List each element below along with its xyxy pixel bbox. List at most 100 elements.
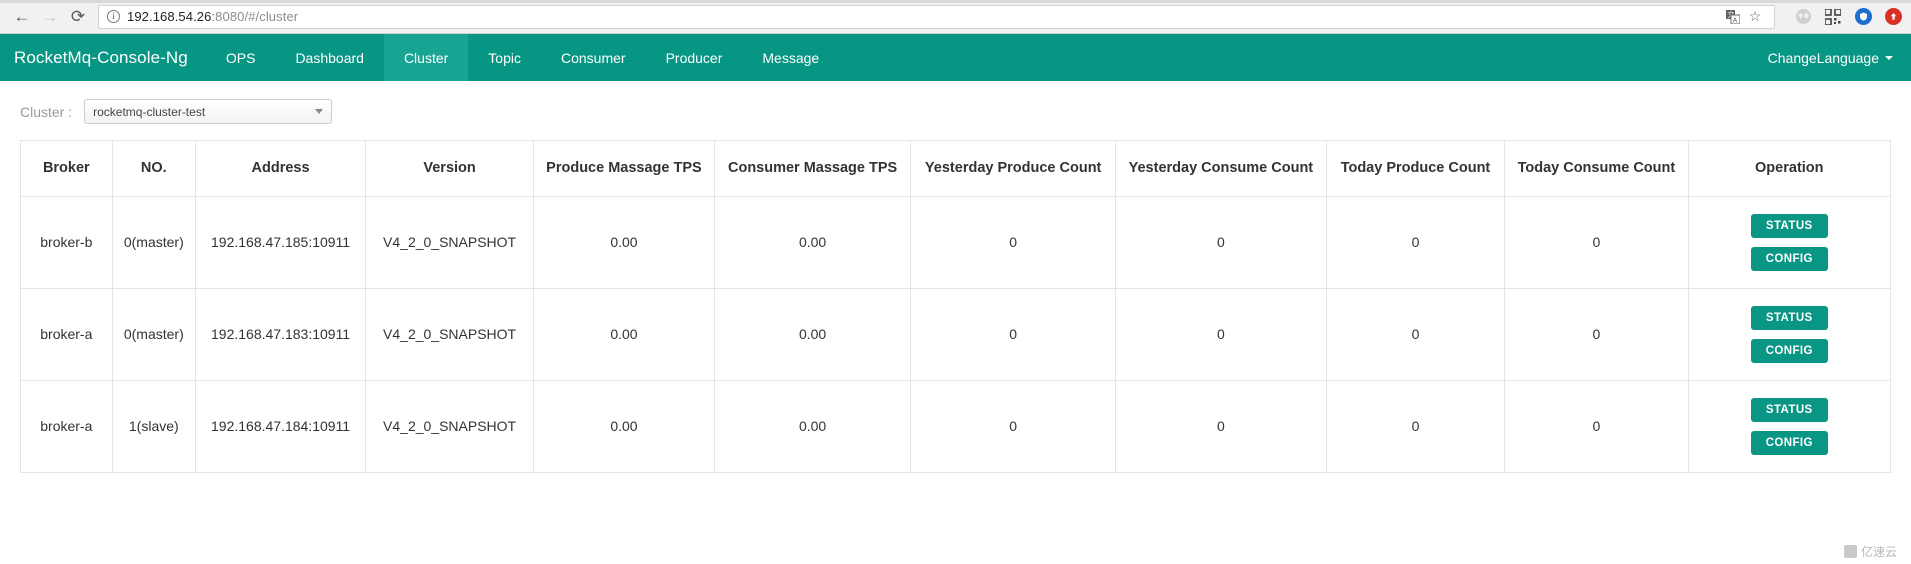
column-header-yesterday-consume: Yesterday Consume Count — [1115, 140, 1327, 197]
cell-no: 0(master) — [111, 196, 196, 289]
table-body: broker-b 0(master) 192.168.47.185:10911 … — [20, 196, 1892, 473]
cell-yesterday-produce: 0 — [910, 380, 1117, 473]
column-header-operation: Operation — [1687, 140, 1892, 197]
nav-item-cluster[interactable]: Cluster — [383, 34, 469, 81]
cell-operation: STATUS CONFIG — [1687, 196, 1892, 289]
cell-version: V4_2_0_SNAPSHOT — [365, 380, 534, 473]
nav-item-ops[interactable]: OPS — [206, 34, 276, 81]
cell-consume-tps: 0.00 — [713, 288, 912, 381]
cluster-label: Cluster : — [20, 103, 73, 120]
change-language-dropdown[interactable]: ChangeLanguage — [1768, 50, 1893, 66]
cell-yesterday-consume: 0 — [1115, 196, 1327, 289]
tab-strip-edge — [0, 0, 1911, 3]
translate-icon[interactable]: 文 A — [1722, 6, 1744, 28]
config-button[interactable]: CONFIG — [1750, 339, 1828, 363]
nav-item-topic[interactable]: Topic — [468, 34, 541, 81]
cell-yesterday-consume: 0 — [1115, 380, 1327, 473]
cluster-select-value: rocketmq-cluster-test — [93, 104, 206, 119]
cell-broker: broker-a — [20, 288, 113, 381]
cluster-selector-bar: Cluster : rocketmq-cluster-test — [0, 81, 1911, 140]
config-button[interactable]: CONFIG — [1750, 247, 1828, 271]
cell-address: 192.168.47.185:10911 — [194, 196, 367, 289]
watermark-text: 亿速云 — [1860, 545, 1897, 559]
cell-address: 192.168.47.183:10911 — [194, 288, 367, 381]
cell-today-produce: 0 — [1325, 288, 1506, 381]
column-header-version: Version — [365, 140, 534, 197]
column-header-broker: Broker — [20, 140, 113, 197]
cluster-select[interactable]: rocketmq-cluster-test — [84, 99, 333, 124]
operation-buttons: STATUS CONFIG — [1689, 306, 1890, 363]
change-language-label: ChangeLanguage — [1767, 49, 1879, 66]
globe-extension-icon[interactable] — [1793, 7, 1813, 27]
cell-today-consume: 0 — [1504, 196, 1689, 289]
broker-table: Broker NO. Address Version Produce Massa… — [20, 140, 1892, 473]
cell-consume-tps: 0.00 — [713, 380, 912, 473]
qrcode-extension-icon[interactable] — [1823, 7, 1843, 27]
cell-operation: STATUS CONFIG — [1687, 380, 1892, 473]
operation-buttons: STATUS CONFIG — [1689, 214, 1890, 271]
cell-yesterday-produce: 0 — [910, 196, 1117, 289]
cell-yesterday-produce: 0 — [910, 288, 1117, 381]
cell-today-consume: 0 — [1504, 288, 1689, 381]
cell-today-produce: 0 — [1325, 380, 1506, 473]
cell-yesterday-consume: 0 — [1115, 288, 1327, 381]
nav-item-dashboard[interactable]: Dashboard — [275, 34, 384, 81]
status-button[interactable]: STATUS — [1750, 398, 1828, 422]
table-header-row: Broker NO. Address Version Produce Massa… — [20, 140, 1892, 197]
cell-broker: broker-a — [20, 380, 113, 473]
table-row: broker-a 0(master) 192.168.47.183:10911 … — [20, 288, 1892, 381]
cell-operation: STATUS CONFIG — [1687, 288, 1892, 381]
operation-buttons: STATUS CONFIG — [1689, 398, 1890, 455]
watermark: 亿速云 — [1843, 543, 1897, 560]
column-header-produce-tps: Produce Massage TPS — [532, 140, 715, 197]
star-icon[interactable]: ☆ — [1744, 6, 1766, 28]
column-header-today-produce: Today Produce Count — [1325, 140, 1506, 197]
cell-consume-tps: 0.00 — [713, 196, 912, 289]
cell-version: V4_2_0_SNAPSHOT — [365, 196, 534, 289]
cell-today-produce: 0 — [1325, 196, 1506, 289]
column-header-today-consume: Today Consume Count — [1504, 140, 1689, 197]
extension-icons — [1783, 7, 1903, 27]
column-header-address: Address — [194, 140, 367, 197]
broker-table-container: Broker NO. Address Version Produce Massa… — [0, 140, 1911, 473]
browser-toolbar: ← → ⟳ i 192.168.54.26:8080/#/cluster 文 A… — [0, 0, 1911, 34]
nav-item-message[interactable]: Message — [742, 34, 839, 81]
config-button[interactable]: CONFIG — [1750, 431, 1828, 455]
status-button[interactable]: STATUS — [1750, 214, 1828, 238]
reload-icon[interactable]: ⟳ — [64, 3, 92, 31]
forward-arrow-icon[interactable]: → — [36, 3, 64, 31]
url-host: 192.168.54.26 — [127, 9, 212, 24]
app-navbar: RocketMq-Console-Ng OPS Dashboard Cluste… — [0, 34, 1911, 81]
url-text: 192.168.54.26:8080/#/cluster — [127, 9, 298, 24]
back-arrow-icon[interactable]: ← — [8, 3, 36, 31]
cell-broker: broker-b — [20, 196, 113, 289]
cell-version: V4_2_0_SNAPSHOT — [365, 288, 534, 381]
nav-menu: OPS Dashboard Cluster Topic Consumer Pro… — [206, 34, 839, 81]
cell-today-consume: 0 — [1504, 380, 1689, 473]
table-row: broker-b 0(master) 192.168.47.185:10911 … — [20, 196, 1892, 289]
nav-item-producer[interactable]: Producer — [646, 34, 743, 81]
table-header: Broker NO. Address Version Produce Massa… — [20, 140, 1892, 197]
svg-text:A: A — [1733, 17, 1738, 24]
navbar-right: ChangeLanguage — [1768, 34, 1911, 81]
column-header-no: NO. — [111, 140, 196, 197]
site-info-icon[interactable]: i — [107, 10, 120, 23]
url-path: :8080/#/cluster — [211, 9, 299, 24]
column-header-yesterday-produce: Yesterday Produce Count — [910, 140, 1117, 197]
cell-produce-tps: 0.00 — [532, 288, 715, 381]
blue-shield-extension-icon[interactable] — [1853, 7, 1873, 27]
status-button[interactable]: STATUS — [1750, 306, 1828, 330]
cell-produce-tps: 0.00 — [532, 380, 715, 473]
column-header-consumer-tps: Consumer Massage TPS — [713, 140, 912, 197]
watermark-badge-icon — [1843, 545, 1857, 558]
table-row: broker-a 1(slave) 192.168.47.184:10911 V… — [20, 380, 1892, 473]
cell-no: 0(master) — [111, 288, 196, 381]
red-circle-extension-icon[interactable] — [1883, 7, 1903, 27]
cell-address: 192.168.47.184:10911 — [194, 380, 367, 473]
address-bar[interactable]: i 192.168.54.26:8080/#/cluster 文 A ☆ — [98, 4, 1775, 29]
brand-title[interactable]: RocketMq-Console-Ng — [0, 34, 206, 81]
nav-item-consumer[interactable]: Consumer — [541, 34, 646, 81]
chevron-down-icon — [1885, 55, 1893, 60]
omnibox-icons: 文 A ☆ — [1722, 6, 1766, 28]
chevron-down-icon — [315, 109, 324, 114]
